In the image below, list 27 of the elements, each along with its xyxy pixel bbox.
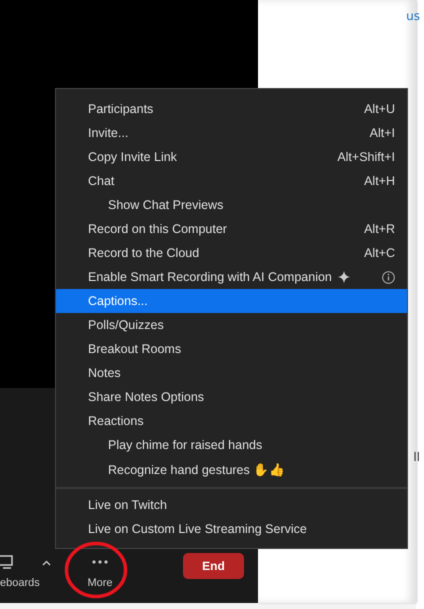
menu-item[interactable]: Enable Smart Recording with AI Companion: [56, 265, 407, 289]
menu-item[interactable]: Notes: [56, 361, 407, 385]
menu-item[interactable]: Record on this Computer Alt+R: [56, 217, 407, 241]
menu-item[interactable]: Chat Alt+H: [56, 169, 407, 193]
monitor-icon: [0, 554, 16, 570]
menu-item[interactable]: Record to the Cloud Alt+C: [56, 241, 407, 265]
info-icon[interactable]: [382, 270, 395, 284]
menu-item[interactable]: Share Notes Options: [56, 385, 407, 409]
menu-item[interactable]: Participants Alt+U: [56, 97, 407, 121]
menu-item[interactable]: Show Chat Previews: [56, 193, 407, 217]
end-button[interactable]: End: [183, 553, 244, 579]
annotation-circle: [64, 541, 128, 599]
menu-item[interactable]: Recognize hand gestures ✋👍: [56, 457, 407, 481]
caret-icon[interactable]: [42, 560, 51, 566]
menu-item[interactable]: Play chime for raised hands: [56, 433, 407, 457]
menu-item[interactable]: Reactions: [56, 409, 407, 433]
menu-item[interactable]: Invite... Alt+I: [56, 121, 407, 145]
menu-item[interactable]: Copy Invite Link Alt+Shift+I: [56, 145, 407, 169]
whiteboards-button[interactable]: eboards: [0, 554, 40, 589]
menu-item[interactable]: Captions...: [56, 289, 407, 313]
sparkle-icon: [338, 271, 350, 283]
menu-item[interactable]: Live on Custom Live Streaming Service: [56, 517, 407, 541]
menu-item[interactable]: Breakout Rooms: [56, 337, 407, 361]
menu-item[interactable]: Live on Twitch: [56, 493, 407, 517]
cut-off-text: ll: [413, 450, 420, 464]
cut-off-text: us: [406, 9, 420, 23]
menu-item[interactable]: Polls/Quizzes: [56, 313, 407, 337]
